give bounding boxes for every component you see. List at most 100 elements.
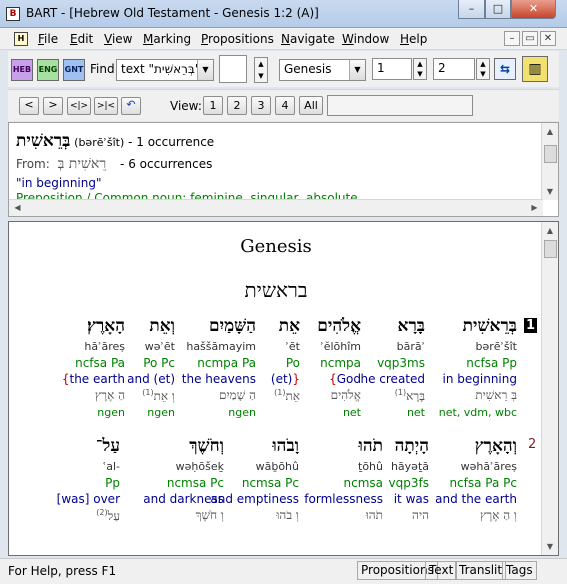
scroll-down-icon[interactable]: ▼ — [542, 538, 558, 555]
hebrew-bible-icon[interactable]: HEB — [11, 59, 33, 81]
verse-spinner[interactable]: ▲ ▼ — [476, 58, 490, 80]
word-column[interactable]: עַל־ ʿal- Pp [was] over (2)עַל — [20, 436, 120, 542]
word-gloss: and the earth — [417, 492, 517, 508]
lexeme-text: הַ אֶרֶץ — [94, 388, 125, 402]
word-parsing: Pp — [105, 476, 120, 490]
from-line: From: רֵאשִׁית בְּ - 6 occurrences — [16, 156, 212, 173]
verse-field[interactable]: 2 — [433, 58, 475, 80]
menu-marking[interactable]: Marking — [143, 32, 191, 46]
greek-nt-icon[interactable]: GNT — [63, 59, 85, 81]
gloss-text: and the earth — [435, 492, 517, 506]
undo-icon[interactable]: ↶ — [121, 97, 141, 115]
view-1-button[interactable]: 1 — [203, 96, 223, 115]
find-extra-field[interactable] — [219, 55, 247, 83]
status-tags: Tags — [502, 561, 537, 580]
lexeme-homonym: (1) — [142, 388, 154, 397]
gloss-text: formlessness — [304, 492, 383, 506]
word-translit: ʿal- — [102, 460, 120, 473]
view-2-button[interactable]: 2 — [227, 96, 247, 115]
headword-occurrences: - 1 occurrence — [128, 135, 215, 149]
gloss-text: [was] over — [56, 492, 120, 506]
window-title: BART - [Hebrew Old Testament - Genesis 1… — [26, 6, 319, 20]
mdi-restore-button[interactable]: ▭ — [522, 31, 538, 46]
lexeme-homonym: (2) — [96, 508, 108, 517]
find-dropdown[interactable]: text "בְּרֵאשִׁית" ▼ — [116, 59, 214, 81]
word-parsing: ncmsa Pc — [166, 476, 224, 490]
gloss-text: it was — [393, 492, 429, 506]
view-label: View: — [170, 99, 202, 113]
word-source: net, vdm, wbc — [438, 406, 517, 419]
info-vertical-scrollbar[interactable]: ▲ ▼ — [541, 123, 558, 200]
lexeme-text: בָּרָא — [406, 389, 425, 403]
scroll-thumb[interactable] — [544, 240, 557, 258]
english-bible-icon[interactable]: ENG — [37, 59, 59, 81]
next-button[interactable]: > — [43, 97, 63, 115]
find-value: text "בְּרֵאשִׁית" — [121, 62, 200, 76]
find-label: Find: — [90, 62, 119, 76]
word-gloss: {the earth — [25, 372, 125, 388]
scroll-up-icon[interactable]: ▲ — [542, 123, 558, 140]
chapter-spinner[interactable]: ▲ ▼ — [413, 58, 427, 80]
word-translit: hāʾāreṣ — [84, 340, 125, 353]
info-horizontal-scrollbar[interactable]: ◀ ▶ — [9, 199, 543, 216]
word-source — [417, 526, 517, 542]
word-lexeme: הַ אֶרֶץ — [25, 388, 125, 406]
lexeme-text: אֱלֹהִים — [330, 388, 361, 402]
scroll-up-icon[interactable]: ▲ — [542, 222, 558, 239]
minimize-button[interactable]: – — [458, 0, 485, 19]
lexeme-text: בְּ רֵאשִׁית — [475, 388, 517, 402]
word-lexeme: וְ הַ אֶרֶץ — [417, 508, 517, 526]
word-gloss: [was] over — [20, 492, 120, 508]
lexeme-text: עַל — [107, 509, 120, 523]
mdi-close-button[interactable]: ✕ — [540, 31, 556, 46]
verse-number-2[interactable]: 2 — [528, 437, 536, 452]
reference-field[interactable] — [327, 95, 473, 116]
view-all-button[interactable]: All — [299, 96, 323, 115]
menu-edit[interactable]: Edit — [70, 32, 93, 46]
previous-button[interactable]: < — [19, 97, 39, 115]
menu-bar: H File Edit View Marking Propositions Na… — [0, 28, 567, 50]
book-icon[interactable]: ▥ — [522, 56, 548, 82]
book-dropdown[interactable]: Genesis ▼ — [279, 59, 366, 81]
headword: בְּרֵאשִׁית — [16, 131, 71, 151]
scroll-down-icon[interactable]: ▼ — [542, 183, 558, 200]
close-button[interactable]: ✕ — [511, 0, 556, 19]
document-icon[interactable]: H — [14, 32, 28, 46]
gloss-text: in beginning — [442, 372, 517, 386]
collapse-button[interactable]: >|< — [94, 97, 118, 115]
word-column[interactable]: וְהָאָרֶץ wəhāʾāreṣ ncfsa Pa Pc and the ear… — [417, 436, 517, 542]
search-toolbar: HEB ENG GNT Find: text "בְּרֵאשִׁית" ▼ ▲… — [8, 51, 559, 87]
find-spinner[interactable]: ▲ ▼ — [254, 57, 268, 83]
word-column[interactable]: הָאָרֶץ׃ hāʾāreṣ ncfsa Pa {the earth הַ אֶרֶ… — [25, 316, 125, 422]
chapter-field[interactable]: 1 — [372, 58, 412, 80]
verse-number-1[interactable]: 1 — [524, 318, 538, 333]
menu-file[interactable]: File — [38, 32, 58, 46]
menu-help[interactable]: Help — [400, 32, 427, 46]
view-4-button[interactable]: 4 — [275, 96, 295, 115]
word-column[interactable]: בְּרֵאשִׁית bərēʾšît ncfsa Pp in beginning ב… — [417, 316, 517, 422]
menu-window[interactable]: Window — [342, 32, 389, 46]
menu-propositions[interactable]: Propositions — [201, 32, 274, 46]
menu-view[interactable]: View — [104, 32, 132, 46]
word-lexeme: (2)עַל — [20, 508, 120, 526]
view-3-button[interactable]: 3 — [251, 96, 271, 115]
scroll-thumb[interactable] — [544, 145, 557, 163]
text-vertical-scrollbar[interactable]: ▲ ▼ — [541, 222, 558, 555]
chevron-down-icon[interactable]: ▼ — [197, 60, 213, 80]
chevron-down-icon[interactable]: ▼ — [349, 60, 365, 80]
scroll-right-icon[interactable]: ▶ — [526, 200, 543, 216]
maximize-button[interactable]: □ — [485, 0, 511, 19]
word-parsing: ncfsa Pa — [75, 356, 125, 370]
word-gloss: in beginning — [417, 372, 517, 388]
lexeme-text: אֵת — [285, 389, 300, 403]
headword-translit: (bərēʾšît) — [74, 136, 125, 149]
app-icon[interactable]: B — [6, 7, 20, 21]
expand-button[interactable]: <|> — [67, 97, 91, 115]
word-column[interactable]: וְחֹשֶׁךְ wəḥōšeḵ ncmsa Pc and darkness וְ ח… — [124, 436, 224, 542]
lexeme-text: וְ בֹהוּ — [276, 508, 299, 522]
status-bar: For Help, press F1 Propositions Text Tra… — [0, 558, 567, 584]
menu-navigate[interactable]: Navigate — [281, 32, 335, 46]
scroll-left-icon[interactable]: ◀ — [9, 200, 26, 216]
sync-arrows-icon[interactable]: ⇆ — [494, 58, 516, 80]
mdi-minimize-button[interactable]: – — [504, 31, 520, 46]
